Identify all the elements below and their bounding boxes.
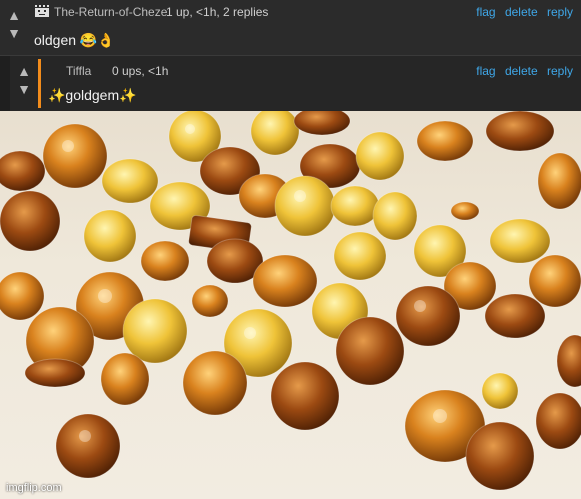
gemstone-photo: imgflip.com (0, 111, 581, 499)
upvote-icon[interactable]: ▲ (16, 62, 32, 80)
flag-link[interactable]: flag (476, 5, 495, 19)
downvote-icon[interactable]: ▼ (6, 24, 22, 42)
comment-actions: flag delete reply (470, 5, 573, 19)
comment-top: ▲ ▼ The-Return-of-Cheze 1 up, <1h, 2 rep… (0, 0, 581, 56)
reply-link[interactable]: reply (547, 64, 573, 78)
comment-meta: 1 up, <1h, 2 replies (166, 5, 269, 19)
reply-link[interactable]: reply (547, 5, 573, 19)
watermark: imgflip.com (6, 482, 62, 494)
downvote-icon[interactable]: ▼ (16, 80, 32, 98)
reply-accent-bar (38, 59, 41, 108)
username-link[interactable]: The-Return-of-Cheze (54, 5, 167, 19)
gemstones-illustration (0, 111, 581, 491)
flag-link[interactable]: flag (476, 64, 495, 78)
comment-actions: flag delete reply (470, 64, 573, 78)
delete-link[interactable]: delete (505, 64, 538, 78)
delete-link[interactable]: delete (505, 5, 538, 19)
comment-text: ✨goldgem✨ (48, 87, 137, 103)
upvote-icon[interactable]: ▲ (6, 6, 22, 24)
comment-text: oldgen 😂👌 (34, 32, 115, 48)
comment-meta: 0 ups, <1h (112, 64, 169, 78)
comment-reply: ▲ ▼ Tiffla 0 ups, <1h flag delete reply … (10, 56, 581, 111)
vote-controls: ▲ ▼ (16, 62, 32, 98)
username-link[interactable]: Tiffla (66, 64, 91, 78)
vote-controls: ▲ ▼ (6, 6, 22, 42)
avatar[interactable] (34, 3, 50, 19)
